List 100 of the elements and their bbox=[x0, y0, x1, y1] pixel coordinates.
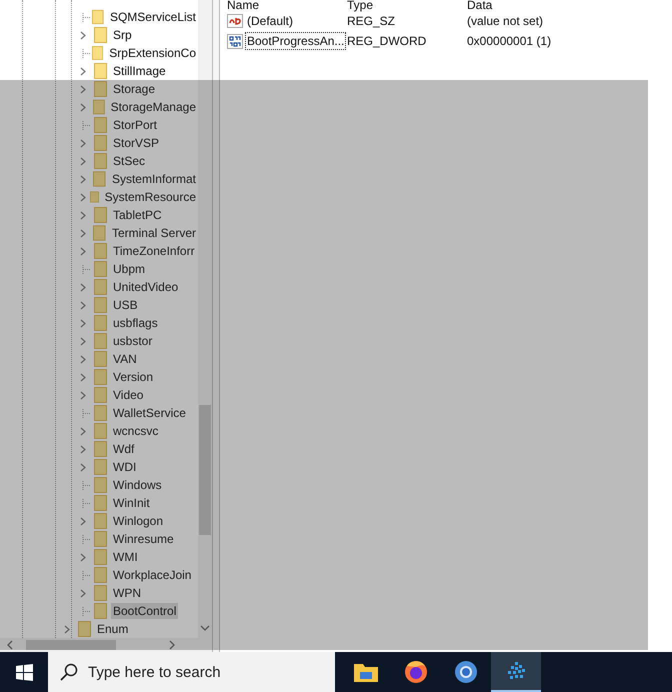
chevron-icon[interactable] bbox=[80, 588, 86, 598]
chevron-icon[interactable] bbox=[80, 192, 86, 202]
tree-item-label: SrpExtensionCo bbox=[108, 45, 197, 61]
tree-item-label: Windows bbox=[112, 477, 163, 493]
chevron-icon[interactable] bbox=[80, 102, 86, 112]
folder-icon bbox=[94, 423, 107, 439]
tree-item-label: SystemResource bbox=[104, 189, 197, 205]
binary-value-icon bbox=[227, 34, 243, 48]
tree-item-label: Winlogon bbox=[112, 513, 164, 529]
chevron-icon[interactable] bbox=[80, 246, 86, 256]
tree-item-label: StorageManage bbox=[110, 99, 197, 115]
scrollbar-thumb[interactable] bbox=[26, 640, 116, 650]
tree-item[interactable]: TimeZoneInforr bbox=[0, 242, 198, 260]
chevron-icon[interactable] bbox=[80, 300, 86, 310]
folder-icon bbox=[94, 495, 107, 511]
chevron-icon[interactable] bbox=[80, 156, 86, 166]
folder-icon bbox=[94, 441, 107, 457]
tree-item[interactable]: WalletService bbox=[0, 404, 198, 422]
tree-item[interactable]: WPN bbox=[0, 584, 198, 602]
taskbar-app-button[interactable] bbox=[491, 652, 541, 692]
tree-item[interactable]: StillImage bbox=[0, 62, 198, 80]
tree-item[interactable]: VAN bbox=[0, 350, 198, 368]
tree-item[interactable]: Winresume bbox=[0, 530, 198, 548]
chevron-icon[interactable] bbox=[64, 624, 70, 634]
folder-icon bbox=[94, 243, 107, 259]
chevron-icon[interactable] bbox=[80, 318, 86, 328]
tree-item[interactable]: Ubpm bbox=[0, 260, 198, 278]
tree-item[interactable]: WorkplaceJoin bbox=[0, 566, 198, 584]
tree-item[interactable]: SQMServiceList bbox=[0, 8, 198, 26]
chevron-icon[interactable] bbox=[80, 66, 86, 76]
value-type: REG_SZ bbox=[347, 14, 396, 28]
tree-item[interactable]: StorPort bbox=[0, 116, 198, 134]
chevron-icon[interactable] bbox=[80, 354, 86, 364]
tree-item[interactable]: usbstor bbox=[0, 332, 198, 350]
tree-item[interactable]: wcncsvc bbox=[0, 422, 198, 440]
pane-splitter[interactable] bbox=[212, 0, 220, 652]
chevron-icon[interactable] bbox=[80, 552, 86, 562]
chevron-icon[interactable] bbox=[80, 138, 86, 148]
chevron-icon[interactable] bbox=[80, 174, 86, 184]
tree-item-label: Storage bbox=[112, 81, 156, 97]
tree-item[interactable]: Video bbox=[0, 386, 198, 404]
tree-item[interactable]: Wdf bbox=[0, 440, 198, 458]
chevron-icon[interactable] bbox=[80, 444, 86, 454]
column-header[interactable]: Name bbox=[227, 0, 347, 12]
tree-item-label: Enum bbox=[96, 621, 130, 637]
folder-icon bbox=[94, 63, 107, 79]
tree-item[interactable]: TabletPC bbox=[0, 206, 198, 224]
chevron-icon[interactable] bbox=[80, 210, 86, 220]
tree-item[interactable]: SrpExtensionCo bbox=[0, 44, 198, 62]
tree-item[interactable]: Version bbox=[0, 368, 198, 386]
column-header[interactable]: Data bbox=[467, 0, 492, 12]
folder-icon bbox=[94, 315, 107, 331]
tree-item-label: StSec bbox=[112, 153, 146, 169]
tree-item[interactable]: WMI bbox=[0, 548, 198, 566]
tree-item[interactable]: Windows bbox=[0, 476, 198, 494]
chevron-icon[interactable] bbox=[80, 30, 86, 40]
tree-item[interactable]: Enum bbox=[0, 620, 198, 638]
tree-item[interactable]: SystemInformat bbox=[0, 170, 198, 188]
tree-item[interactable]: WinInit bbox=[0, 494, 198, 512]
tree-item[interactable]: SystemResource bbox=[0, 188, 198, 206]
tree-item[interactable]: BootControl bbox=[0, 602, 198, 620]
scroll-down-icon[interactable] bbox=[200, 624, 210, 632]
horizontal-scrollbar[interactable] bbox=[0, 638, 198, 652]
column-header[interactable]: Type bbox=[347, 0, 467, 12]
value-row[interactable]: (Default) REG_SZ (value not set) bbox=[227, 11, 672, 31]
chevron-icon[interactable] bbox=[80, 336, 86, 346]
folder-icon bbox=[92, 9, 104, 25]
folder-icon bbox=[94, 279, 107, 295]
folder-icon bbox=[94, 531, 107, 547]
tree-item[interactable]: StorVSP bbox=[0, 134, 198, 152]
tree-item-label: Winresume bbox=[112, 531, 175, 547]
tree-item[interactable]: WDI bbox=[0, 458, 198, 476]
vertical-scrollbar[interactable] bbox=[198, 0, 212, 652]
tree-item[interactable]: StSec bbox=[0, 152, 198, 170]
chevron-icon[interactable] bbox=[80, 84, 86, 94]
folder-icon bbox=[94, 333, 107, 349]
tree-item[interactable]: usbflags bbox=[0, 314, 198, 332]
chevron-icon[interactable] bbox=[80, 390, 86, 400]
scroll-right-icon[interactable] bbox=[168, 640, 176, 650]
search-field[interactable]: Type here to search bbox=[48, 652, 335, 692]
tree-item[interactable]: Terminal Server bbox=[0, 224, 198, 242]
tree-item[interactable]: UnitedVideo bbox=[0, 278, 198, 296]
chevron-icon[interactable] bbox=[80, 282, 86, 292]
chevron-icon[interactable] bbox=[80, 462, 86, 472]
scrollbar-thumb[interactable] bbox=[199, 405, 211, 535]
scroll-left-icon[interactable] bbox=[6, 640, 14, 650]
value-row[interactable]: BootProgressAn... REG_DWORD 0x00000001 (1) bbox=[227, 31, 672, 51]
tree-item-label: SystemInformat bbox=[110, 171, 197, 187]
tree-item[interactable]: USB bbox=[0, 296, 198, 314]
windows-logo-icon bbox=[16, 664, 32, 680]
tree-item-label: Video bbox=[112, 387, 144, 403]
chevron-icon[interactable] bbox=[80, 372, 86, 382]
tree-item[interactable]: Winlogon bbox=[0, 512, 198, 530]
search-icon bbox=[60, 663, 78, 681]
folder-icon bbox=[94, 117, 107, 133]
chevron-icon[interactable] bbox=[80, 426, 86, 436]
chevron-icon[interactable] bbox=[80, 228, 86, 238]
tree-item[interactable]: StorageManage bbox=[0, 98, 198, 116]
tree-item[interactable]: Srp bbox=[0, 26, 198, 44]
chevron-icon[interactable] bbox=[80, 516, 86, 526]
